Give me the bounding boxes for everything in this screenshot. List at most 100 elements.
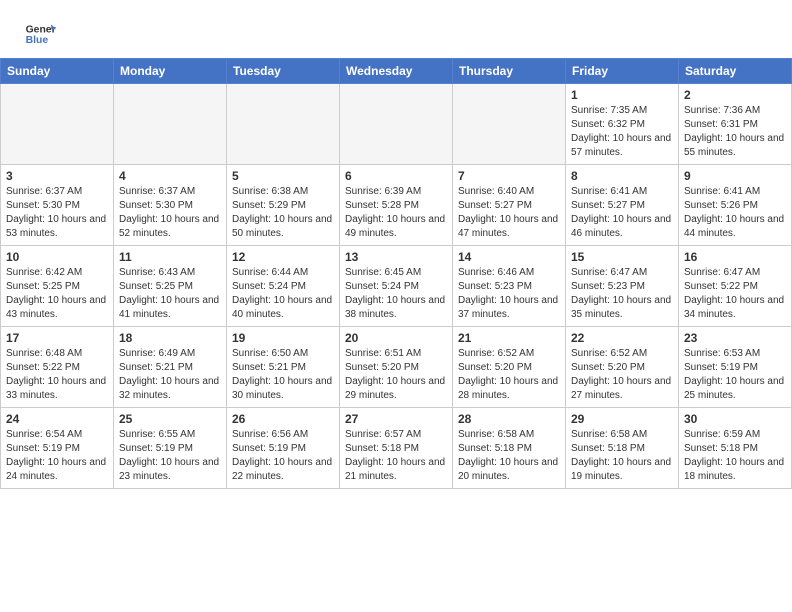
calendar-day-cell: 1 Sunrise: 7:35 AMSunset: 6:32 PMDaylight… <box>566 84 679 165</box>
day-number: 4 <box>119 169 221 183</box>
calendar-day-cell: 7Sunrise: 6:40 AMSunset: 5:27 PMDaylight… <box>453 165 566 246</box>
day-info: Sunrise: 6:52 AMSunset: 5:20 PMDaylight:… <box>458 347 560 403</box>
calendar-day-cell: 21 Sunrise: 6:52 AMSunset: 5:20 PMDayligh… <box>453 327 566 408</box>
calendar-week-row: 10Sunrise: 6:42 AMSunset: 5:25 PMDayligh… <box>1 246 792 327</box>
weekday-header-sunday: Sunday <box>1 59 114 84</box>
day-number: 21 <box>458 331 560 345</box>
day-number: 23 <box>684 331 786 345</box>
day-number: 29 <box>571 412 673 426</box>
day-info: Sunrise: 6:50 AMSunset: 5:21 PMDaylight:… <box>232 347 334 403</box>
calendar-day-cell: 18 Sunrise: 6:49 AMSunset: 5:21 PMDayligh… <box>114 327 227 408</box>
calendar-day-cell: 28 Sunrise: 6:58 AMSunset: 5:18 PMDayligh… <box>453 408 566 489</box>
day-number: 17 <box>6 331 108 345</box>
day-info: Sunrise: 6:45 AMSunset: 5:24 PMDaylight:… <box>345 266 447 322</box>
day-number: 14 <box>458 250 560 264</box>
day-number: 25 <box>119 412 221 426</box>
day-number: 18 <box>119 331 221 345</box>
day-number: 10 <box>6 250 108 264</box>
day-number: 5 <box>232 169 334 183</box>
calendar-day-cell <box>114 84 227 165</box>
calendar-day-cell <box>1 84 114 165</box>
calendar-day-cell: 19 Sunrise: 6:50 AMSunset: 5:21 PMDayligh… <box>227 327 340 408</box>
weekday-header-thursday: Thursday <box>453 59 566 84</box>
weekday-header-row: SundayMondayTuesdayWednesdayThursdayFrid… <box>1 59 792 84</box>
calendar-day-cell: 30 Sunrise: 6:59 AMSunset: 5:18 PMDayligh… <box>679 408 792 489</box>
day-info: Sunrise: 6:59 AMSunset: 5:18 PMDaylight:… <box>684 428 786 484</box>
day-info: Sunrise: 6:37 AMSunset: 5:30 PMDaylight:… <box>6 185 108 241</box>
day-info: Sunrise: 6:38 AMSunset: 5:29 PMDaylight:… <box>232 185 334 241</box>
calendar-day-cell: 25Sunrise: 6:55 AMSunset: 5:19 PMDayligh… <box>114 408 227 489</box>
day-number: 19 <box>232 331 334 345</box>
day-number: 30 <box>684 412 786 426</box>
calendar-week-row: 17 Sunrise: 6:48 AMSunset: 5:22 PMDayligh… <box>1 327 792 408</box>
day-info: Sunrise: 6:49 AMSunset: 5:21 PMDaylight:… <box>119 347 221 403</box>
day-info: Sunrise: 6:48 AMSunset: 5:22 PMDaylight:… <box>6 347 108 403</box>
calendar-day-cell: 2 Sunrise: 7:36 AMSunset: 6:31 PMDaylight… <box>679 84 792 165</box>
calendar-wrapper: SundayMondayTuesdayWednesdayThursdayFrid… <box>0 58 792 499</box>
calendar-day-cell: 22Sunrise: 6:52 AMSunset: 5:20 PMDayligh… <box>566 327 679 408</box>
day-number: 26 <box>232 412 334 426</box>
header: General Blue <box>0 0 792 58</box>
day-number: 15 <box>571 250 673 264</box>
day-number: 12 <box>232 250 334 264</box>
calendar-day-cell: 16 Sunrise: 6:47 AMSunset: 5:22 PMDayligh… <box>679 246 792 327</box>
day-info: Sunrise: 6:46 AMSunset: 5:23 PMDaylight:… <box>458 266 560 322</box>
day-number: 28 <box>458 412 560 426</box>
day-number: 8 <box>571 169 673 183</box>
weekday-header-saturday: Saturday <box>679 59 792 84</box>
day-info: Sunrise: 6:37 AMSunset: 5:30 PMDaylight:… <box>119 185 221 241</box>
calendar-table: SundayMondayTuesdayWednesdayThursdayFrid… <box>0 58 792 489</box>
calendar-day-cell: 27Sunrise: 6:57 AMSunset: 5:18 PMDayligh… <box>340 408 453 489</box>
day-info: Sunrise: 6:54 AMSunset: 5:19 PMDaylight:… <box>6 428 108 484</box>
calendar-day-cell: 26 Sunrise: 6:56 AMSunset: 5:19 PMDayligh… <box>227 408 340 489</box>
day-info: Sunrise: 6:40 AMSunset: 5:27 PMDaylight:… <box>458 185 560 241</box>
day-number: 13 <box>345 250 447 264</box>
calendar-day-cell: 10Sunrise: 6:42 AMSunset: 5:25 PMDayligh… <box>1 246 114 327</box>
day-number: 3 <box>6 169 108 183</box>
day-number: 22 <box>571 331 673 345</box>
day-info: Sunrise: 6:44 AMSunset: 5:24 PMDaylight:… <box>232 266 334 322</box>
day-number: 16 <box>684 250 786 264</box>
calendar-day-cell: 29Sunrise: 6:58 AMSunset: 5:18 PMDayligh… <box>566 408 679 489</box>
day-info: Sunrise: 7:36 AMSunset: 6:31 PMDaylight:… <box>684 104 786 160</box>
calendar-day-cell: 12 Sunrise: 6:44 AMSunset: 5:24 PMDayligh… <box>227 246 340 327</box>
logo-icon: General Blue <box>24 18 56 50</box>
day-info: Sunrise: 6:56 AMSunset: 5:19 PMDaylight:… <box>232 428 334 484</box>
logo: General Blue <box>24 18 60 50</box>
weekday-header-friday: Friday <box>566 59 679 84</box>
day-info: Sunrise: 6:41 AMSunset: 5:27 PMDaylight:… <box>571 185 673 241</box>
calendar-day-cell: 8 Sunrise: 6:41 AMSunset: 5:27 PMDaylight… <box>566 165 679 246</box>
day-info: Sunrise: 6:57 AMSunset: 5:18 PMDaylight:… <box>345 428 447 484</box>
svg-text:Blue: Blue <box>26 35 49 46</box>
day-number: 2 <box>684 88 786 102</box>
calendar-day-cell: 11Sunrise: 6:43 AMSunset: 5:25 PMDayligh… <box>114 246 227 327</box>
calendar-day-cell: 4 Sunrise: 6:37 AMSunset: 5:30 PMDaylight… <box>114 165 227 246</box>
calendar-week-row: 24 Sunrise: 6:54 AMSunset: 5:19 PMDayligh… <box>1 408 792 489</box>
calendar-day-cell: 15 Sunrise: 6:47 AMSunset: 5:23 PMDayligh… <box>566 246 679 327</box>
day-info: Sunrise: 6:47 AMSunset: 5:23 PMDaylight:… <box>571 266 673 322</box>
calendar-day-cell: 3 Sunrise: 6:37 AMSunset: 5:30 PMDaylight… <box>1 165 114 246</box>
day-number: 1 <box>571 88 673 102</box>
day-info: Sunrise: 6:47 AMSunset: 5:22 PMDaylight:… <box>684 266 786 322</box>
calendar-week-row: 1 Sunrise: 7:35 AMSunset: 6:32 PMDaylight… <box>1 84 792 165</box>
day-number: 6 <box>345 169 447 183</box>
calendar-day-cell: 24 Sunrise: 6:54 AMSunset: 5:19 PMDayligh… <box>1 408 114 489</box>
calendar-day-cell: 20 Sunrise: 6:51 AMSunset: 5:20 PMDayligh… <box>340 327 453 408</box>
weekday-header-tuesday: Tuesday <box>227 59 340 84</box>
day-info: Sunrise: 6:51 AMSunset: 5:20 PMDaylight:… <box>345 347 447 403</box>
day-number: 11 <box>119 250 221 264</box>
calendar-day-cell: 13 Sunrise: 6:45 AMSunset: 5:24 PMDayligh… <box>340 246 453 327</box>
calendar-day-cell: 5 Sunrise: 6:38 AMSunset: 5:29 PMDaylight… <box>227 165 340 246</box>
day-number: 20 <box>345 331 447 345</box>
calendar-day-cell: 9Sunrise: 6:41 AMSunset: 5:26 PMDaylight… <box>679 165 792 246</box>
weekday-header-wednesday: Wednesday <box>340 59 453 84</box>
calendar-day-cell <box>340 84 453 165</box>
day-info: Sunrise: 6:58 AMSunset: 5:18 PMDaylight:… <box>458 428 560 484</box>
day-info: Sunrise: 6:39 AMSunset: 5:28 PMDaylight:… <box>345 185 447 241</box>
day-number: 24 <box>6 412 108 426</box>
calendar-day-cell: 17 Sunrise: 6:48 AMSunset: 5:22 PMDayligh… <box>1 327 114 408</box>
calendar-day-cell: 14 Sunrise: 6:46 AMSunset: 5:23 PMDayligh… <box>453 246 566 327</box>
calendar-day-cell: 23Sunrise: 6:53 AMSunset: 5:19 PMDayligh… <box>679 327 792 408</box>
day-info: Sunrise: 7:35 AMSunset: 6:32 PMDaylight:… <box>571 104 673 160</box>
weekday-header-monday: Monday <box>114 59 227 84</box>
